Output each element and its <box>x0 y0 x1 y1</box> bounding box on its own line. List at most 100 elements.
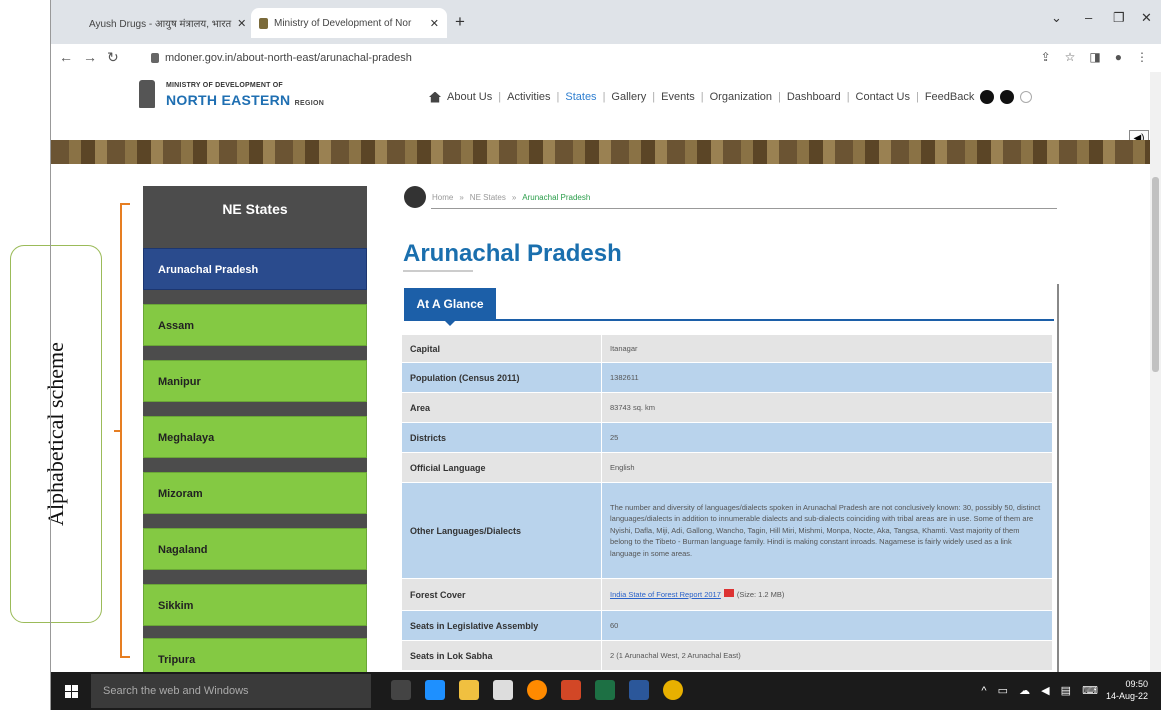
chrome-icon[interactable] <box>663 680 683 700</box>
forest-report-link[interactable]: India State of Forest Report 2017 <box>610 590 721 599</box>
nav-states[interactable]: States <box>565 91 596 103</box>
row-key: Area <box>401 392 602 423</box>
sidebar-item-meghalaya[interactable]: Meghalaya <box>143 416 367 458</box>
nav-separator: | <box>846 91 850 103</box>
row-key: Seats in Legislative Assembly <box>401 610 602 641</box>
print-icon[interactable] <box>404 186 426 208</box>
tab-search-chevron-icon[interactable]: ⌄ <box>1051 10 1062 26</box>
close-tab-icon[interactable]: ✕ <box>237 17 246 30</box>
breadcrumb-ne-states[interactable]: NE States <box>470 193 506 202</box>
sidebar-item-mizoram[interactable]: Mizoram <box>143 472 367 514</box>
row-value: English <box>601 452 1053 483</box>
row-key: Official Language <box>401 452 602 483</box>
sidebar-item-nagaland[interactable]: Nagaland <box>143 528 367 570</box>
nav-feedback[interactable]: FeedBack <box>925 91 975 103</box>
home-icon[interactable] <box>429 91 441 103</box>
reload-icon[interactable]: ↻ <box>107 49 119 66</box>
nav-contact-us[interactable]: Contact Us <box>856 91 910 103</box>
store-icon[interactable] <box>493 680 513 700</box>
facebook-icon[interactable] <box>980 90 995 104</box>
browser-tab-mdoner[interactable]: Ministry of Development of Nor ✕ <box>251 8 447 38</box>
nav-separator: | <box>700 91 704 103</box>
browser-window: Ayush Drugs - आयुष मंत्रालय, भारत ✕ Mini… <box>50 0 1161 710</box>
windows-taskbar: Search the web and Windows ^ ▭ ☁ ◀ ▤ ⌨ 0… <box>51 672 1161 710</box>
nav-organization[interactable]: Organization <box>710 91 772 103</box>
sidebar-icon[interactable]: ◨ <box>1089 50 1100 64</box>
nav-separator: | <box>556 91 560 103</box>
close-tab-icon[interactable]: ✕ <box>430 17 439 30</box>
nav-separator: | <box>498 91 502 103</box>
file-size: (Size: 1.2 MB) <box>736 589 785 599</box>
taskbar-search[interactable]: Search the web and Windows <box>91 674 371 708</box>
breadcrumb-home[interactable]: Home <box>432 193 453 202</box>
row-key: Forest Cover <box>401 578 602 611</box>
twitter-icon[interactable] <box>1000 90 1015 104</box>
table-row: Forest Cover India State of Forest Repor… <box>401 578 1053 611</box>
system-clock[interactable]: 09:50 14-Aug-22 <box>1106 678 1148 702</box>
menu-kebab-icon[interactable]: ⋮ <box>1136 50 1148 64</box>
nav-activities[interactable]: Activities <box>507 91 550 103</box>
sidebar-item-arunachal-pradesh[interactable]: Arunachal Pradesh <box>143 248 367 290</box>
close-window-icon[interactable]: ✕ <box>1141 10 1152 26</box>
breadcrumb-separator: » <box>459 192 464 202</box>
state-info-table: Capital Itanagar Population (Census 2011… <box>401 334 1053 671</box>
page-scrollbar[interactable] <box>1150 72 1161 672</box>
org-name-top: MINISTRY OF DEVELOPMENT OF <box>166 82 283 89</box>
new-tab-icon[interactable]: + <box>455 12 465 32</box>
profile-icon[interactable]: ● <box>1115 50 1122 64</box>
tab-underline <box>404 319 1054 321</box>
back-icon[interactable]: ← <box>59 49 73 65</box>
forward-icon[interactable]: → <box>83 49 97 65</box>
powerpoint-icon[interactable] <box>561 680 581 700</box>
bookmark-star-icon[interactable]: ☆ <box>1065 50 1076 64</box>
nav-about-us[interactable]: About Us <box>447 91 492 103</box>
firefox-icon[interactable] <box>527 680 547 700</box>
nav-separator: | <box>915 91 919 103</box>
row-value: The number and diversity of languages/di… <box>601 482 1053 579</box>
clock-time: 09:50 <box>1125 679 1148 689</box>
breadcrumb-divider <box>431 208 1057 209</box>
row-key: Seats in Lok Sabha <box>401 640 602 671</box>
address-row: ← → ↻ mdoner.gov.in/about-north-east/aru… <box>51 44 1161 72</box>
browser-tab-ayush[interactable]: Ayush Drugs - आयुष मंत्रालय, भारत ✕ <box>75 8 251 38</box>
row-key: Districts <box>401 422 602 453</box>
national-emblem-icon <box>139 80 155 108</box>
table-row: Capital Itanagar <box>401 334 1053 363</box>
figure: Alphabetical scheme Ayush Drugs - आयुष म… <box>0 0 1161 710</box>
sidebar-item-manipur[interactable]: Manipur <box>143 360 367 402</box>
file-explorer-icon[interactable] <box>459 680 479 700</box>
row-value: India State of Forest Report 2017 (Size: … <box>601 578 1053 611</box>
minimize-icon[interactable]: – <box>1085 10 1092 25</box>
scrollbar-thumb[interactable] <box>1152 177 1159 372</box>
row-value: 2 (1 Arunachal West, 2 Arunachal East) <box>601 640 1053 671</box>
favicon-icon <box>259 17 268 29</box>
site-header: MINISTRY OF DEVELOPMENT OF NORTH EASTERN… <box>51 72 1151 148</box>
org-name-main: NORTH EASTERN <box>166 92 291 108</box>
row-value: 83743 sq. km <box>601 392 1053 423</box>
share-icon[interactable]: ⇪ <box>1041 50 1051 64</box>
site-logo[interactable]: NORTH EASTERN REGION <box>166 92 324 108</box>
row-key: Other Languages/Dialects <box>401 482 602 579</box>
nav-separator: | <box>602 91 606 103</box>
header-banner-image <box>51 140 1151 164</box>
task-view-icon[interactable] <box>391 680 411 700</box>
tab-bar: Ayush Drugs - आयुष मंत्रालय, भारत ✕ Mini… <box>51 0 1161 44</box>
url-bar[interactable]: mdoner.gov.in/about-north-east/arunachal… <box>151 47 1151 69</box>
system-tray-icons[interactable]: ^ ▭ ☁ ◀ ▤ ⌨ <box>981 684 1102 697</box>
word-icon[interactable] <box>629 680 649 700</box>
restore-icon[interactable]: ❐ <box>1113 10 1125 26</box>
sidebar-item-sikkim[interactable]: Sikkim <box>143 584 367 626</box>
sidebar-item-assam[interactable]: Assam <box>143 304 367 346</box>
table-row: Seats in Lok Sabha 2 (1 Arunachal West, … <box>401 640 1053 671</box>
edge-icon[interactable] <box>425 680 445 700</box>
tab-at-a-glance[interactable]: At A Glance <box>404 288 496 326</box>
pdf-icon <box>723 588 734 597</box>
excel-icon[interactable] <box>595 680 615 700</box>
nav-events[interactable]: Events <box>661 91 695 103</box>
table-row: Official Language English <box>401 452 1053 483</box>
windows-start-icon[interactable] <box>65 685 78 698</box>
nav-gallery[interactable]: Gallery <box>611 91 646 103</box>
search-icon[interactable] <box>1020 91 1033 103</box>
nav-dashboard[interactable]: Dashboard <box>787 91 841 103</box>
page-title: Arunachal Pradesh <box>403 240 622 267</box>
